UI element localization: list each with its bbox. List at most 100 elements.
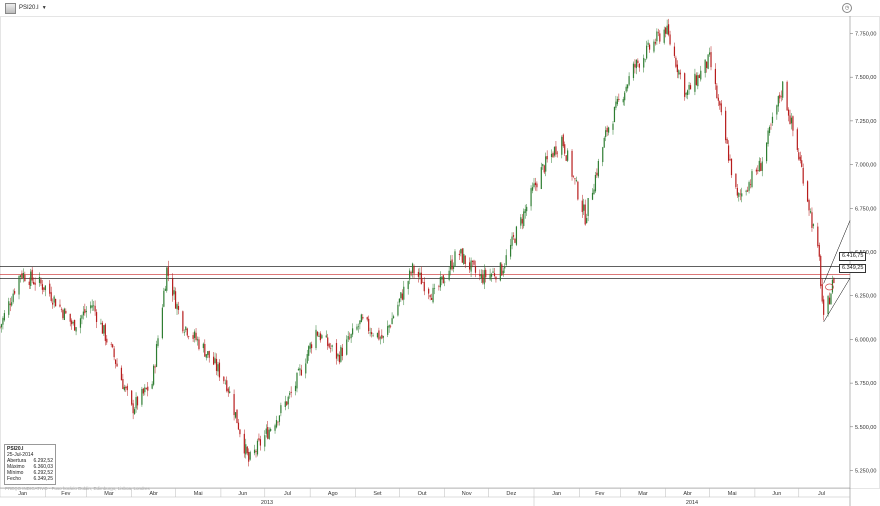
candle-body bbox=[315, 329, 317, 349]
candle-body bbox=[725, 110, 727, 141]
candle-body bbox=[369, 332, 371, 334]
candle-body bbox=[360, 314, 362, 323]
candle-body bbox=[249, 452, 251, 460]
candle-body bbox=[771, 116, 774, 124]
candle-body bbox=[581, 200, 583, 213]
candle-body bbox=[14, 291, 16, 294]
y-tick-label: 7.500,00 bbox=[855, 75, 876, 81]
candle-body bbox=[622, 99, 624, 103]
candle-body bbox=[44, 285, 46, 291]
candle-body bbox=[264, 435, 266, 447]
candle-body bbox=[413, 266, 415, 274]
candle-body bbox=[409, 270, 411, 280]
candle-body bbox=[321, 335, 323, 339]
candle-body bbox=[214, 358, 216, 363]
candle-body bbox=[131, 390, 133, 405]
candle-body bbox=[565, 155, 567, 161]
year-label: 2014 bbox=[686, 500, 698, 506]
candle-body bbox=[164, 288, 166, 291]
candle-body bbox=[325, 335, 327, 338]
candle-body bbox=[502, 270, 504, 274]
candle-body bbox=[388, 325, 390, 328]
candle-body bbox=[69, 313, 71, 322]
candle-body bbox=[586, 217, 588, 224]
candle-body bbox=[275, 420, 278, 428]
candle-body bbox=[659, 33, 661, 42]
candle-body bbox=[504, 266, 506, 269]
price-chart[interactable]: 5.250,00 5.500,00 5.750,00 6.000,00 6.250,00… bbox=[0, 0, 880, 506]
candle-body bbox=[173, 290, 175, 295]
candle-body bbox=[583, 204, 585, 211]
candle-body bbox=[726, 138, 728, 144]
candle-body bbox=[694, 73, 696, 92]
candle-body bbox=[786, 81, 788, 111]
candle-body bbox=[212, 356, 215, 365]
candle-body bbox=[495, 276, 497, 280]
y-tick-label: 5.500,00 bbox=[855, 425, 876, 431]
candle-body bbox=[799, 156, 801, 161]
candle-body bbox=[379, 337, 381, 339]
candle-body bbox=[125, 386, 127, 389]
candle-body bbox=[501, 264, 503, 276]
candle-body bbox=[684, 73, 686, 97]
candle-body bbox=[123, 386, 125, 391]
candle-body bbox=[41, 284, 44, 290]
candle-body bbox=[297, 369, 300, 371]
candle-body bbox=[294, 385, 297, 392]
candle-body bbox=[727, 145, 730, 161]
candle-body bbox=[337, 354, 339, 357]
candle-body bbox=[749, 184, 752, 185]
candle-body bbox=[646, 45, 648, 59]
candle-body bbox=[809, 211, 812, 213]
candle-body bbox=[648, 44, 651, 50]
x-tick-label: Abr bbox=[683, 491, 692, 497]
ohlc-info-panel: PSI20.I 25-Jul-2014 Abertura 6.292,52 Máx… bbox=[4, 444, 56, 485]
candle-body bbox=[349, 337, 351, 339]
candle-body bbox=[714, 68, 717, 84]
candle-body bbox=[562, 134, 564, 147]
candle-body bbox=[464, 255, 466, 264]
x-tick-label: Fev bbox=[595, 491, 604, 497]
candle-body bbox=[448, 270, 450, 280]
candle-body bbox=[82, 311, 84, 316]
candle-body bbox=[520, 217, 522, 226]
candle-body bbox=[789, 115, 791, 125]
candle-body bbox=[193, 331, 196, 338]
candle-body bbox=[729, 159, 731, 161]
candle-body bbox=[796, 129, 798, 150]
candle-body bbox=[411, 263, 414, 274]
info-row-close: Fecho 6.349,25 bbox=[7, 476, 53, 482]
candle-body bbox=[208, 350, 210, 358]
candle-body bbox=[136, 396, 139, 406]
candle-body bbox=[286, 401, 288, 406]
candle-body bbox=[53, 296, 55, 303]
candle-body bbox=[204, 343, 206, 357]
candle-body bbox=[669, 34, 671, 45]
candle-body bbox=[397, 304, 399, 316]
candle-body bbox=[821, 284, 823, 302]
candle-body bbox=[716, 85, 718, 99]
candle-body bbox=[460, 249, 462, 254]
candle-body bbox=[81, 315, 83, 319]
candle-body bbox=[122, 379, 124, 389]
candle-body bbox=[237, 422, 240, 430]
candle-body bbox=[174, 291, 177, 309]
candle-body bbox=[30, 271, 32, 286]
candle-body bbox=[207, 351, 209, 356]
candle-body bbox=[274, 425, 276, 431]
candle-body bbox=[688, 84, 690, 90]
candle-body bbox=[695, 75, 697, 85]
candle-body bbox=[270, 429, 272, 431]
candle-body bbox=[577, 181, 579, 200]
candle-body bbox=[452, 265, 455, 269]
candle-body bbox=[596, 172, 598, 176]
candle-body bbox=[2, 318, 4, 325]
candle-body bbox=[218, 362, 221, 378]
candle-body bbox=[248, 451, 250, 462]
candle-body bbox=[196, 339, 199, 341]
candle-body bbox=[675, 57, 677, 67]
candle-body bbox=[186, 328, 188, 336]
candle-body bbox=[638, 63, 640, 68]
candle-body bbox=[28, 281, 30, 286]
y-tick-label: 7.750,00 bbox=[855, 31, 876, 37]
